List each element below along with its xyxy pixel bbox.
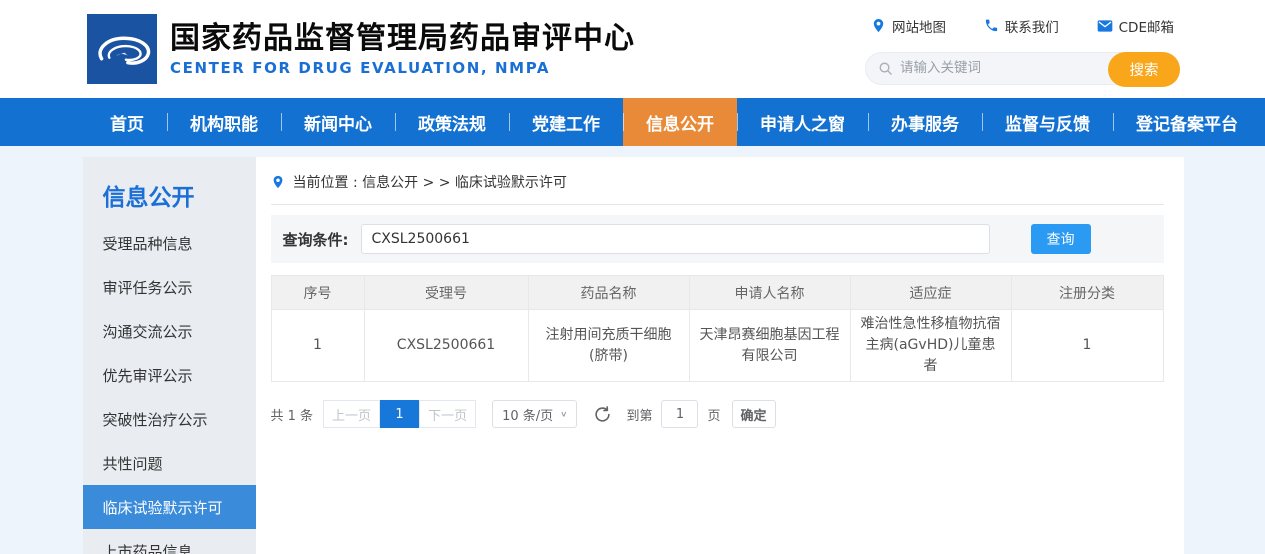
sidebar-item-clinical-trial-implied-license[interactable]: 临床试验默示许可 <box>83 485 256 529</box>
nav-item-supervision[interactable]: 监督与反馈 <box>982 98 1113 146</box>
site-subtitle: CENTER FOR DRUG EVALUATION, NMPA <box>170 59 635 77</box>
nav-item-party[interactable]: 党建工作 <box>509 98 623 146</box>
goto-page-label: 到第 <box>626 405 652 424</box>
query-button[interactable]: 查询 <box>1031 224 1091 254</box>
nav-item-services[interactable]: 办事服务 <box>868 98 982 146</box>
site-title: 国家药品监督管理局药品审评中心 <box>170 22 635 55</box>
cell-applicant: 天津昂赛细胞基因工程有限公司 <box>689 310 850 382</box>
sidebar-item-review-tasks[interactable]: 审评任务公示 <box>83 265 256 309</box>
header-right: 网站地图 联系我们 CDE邮箱 搜索 <box>865 14 1180 85</box>
site-search-button[interactable]: 搜索 <box>1108 52 1180 87</box>
col-header-acceptance-no: 受理号 <box>364 276 528 310</box>
site-search-bar: 搜索 <box>865 52 1180 85</box>
search-icon <box>878 61 893 76</box>
cde-mail-link[interactable]: CDE邮箱 <box>1097 16 1174 36</box>
goto-page-suffix: 页 <box>707 405 720 424</box>
cell-drug-name: 注射用间充质干细胞(脐带) <box>528 310 689 382</box>
page-size-value: 10 条/页 <box>502 405 553 424</box>
pagination-total: 共 1 条 <box>271 405 314 424</box>
chevron-down-icon: ∨ <box>560 410 567 419</box>
content-wrapper: 信息公开 受理品种信息 审评任务公示 沟通交流公示 优先审评公示 突破性治疗公示… <box>83 157 1183 554</box>
pager-group: 上一页 1 下一页 <box>323 400 476 428</box>
contact-label: 联系我们 <box>1005 16 1059 36</box>
nav-item-registration-platform[interactable]: 登记备案平台 <box>1113 98 1261 146</box>
brand-text: 国家药品监督管理局药品审评中心 CENTER FOR DRUG EVALUATI… <box>170 22 635 77</box>
phone-icon <box>984 18 999 33</box>
goto-page-input[interactable] <box>661 400 698 428</box>
sidebar: 信息公开 受理品种信息 审评任务公示 沟通交流公示 优先审评公示 突破性治疗公示… <box>83 157 256 554</box>
sidebar-item-accepted-products[interactable]: 受理品种信息 <box>83 221 256 265</box>
col-header-applicant: 申请人名称 <box>689 276 850 310</box>
nav-item-info-disclosure[interactable]: 信息公开 <box>623 98 737 146</box>
quick-links: 网站地图 联系我们 CDE邮箱 <box>865 16 1180 36</box>
nav-item-home[interactable]: 首页 <box>87 98 167 146</box>
cell-acceptance-no: CXSL2500661 <box>364 310 528 382</box>
cde-logo <box>87 14 157 84</box>
sitemap-label: 网站地图 <box>892 16 946 36</box>
table-row: 1 CXSL2500661 注射用间充质干细胞(脐带) 天津昂赛细胞基因工程有限… <box>271 310 1163 382</box>
breadcrumb: 当前位置 : 信息公开 > > 临床试验默示许可 <box>271 157 1164 205</box>
sidebar-item-common-issues[interactable]: 共性问题 <box>83 441 256 485</box>
site-search-input[interactable] <box>900 60 1105 76</box>
sidebar-item-communication[interactable]: 沟通交流公示 <box>83 309 256 353</box>
confirm-button[interactable]: 确定 <box>732 400 776 428</box>
main-nav: 首页 机构职能 新闻中心 政策法规 党建工作 信息公开 申请人之窗 办事服务 监… <box>0 98 1265 146</box>
page-number-1[interactable]: 1 <box>380 400 419 428</box>
results-table: 序号 受理号 药品名称 申请人名称 适应症 注册分类 1 CXSL2500661… <box>271 275 1164 382</box>
cde-logo-icon <box>87 14 157 84</box>
query-bar: 查询条件: 查询 <box>271 215 1164 263</box>
pagination: 共 1 条 上一页 1 下一页 10 条/页 ∨ 到第 <box>271 400 1164 428</box>
map-pin-icon <box>871 18 886 33</box>
cell-seq: 1 <box>271 310 364 382</box>
refresh-icon <box>594 406 611 423</box>
page-size-select[interactable]: 10 条/页 ∨ <box>492 400 577 428</box>
col-header-registration-class: 注册分类 <box>1011 276 1163 310</box>
cell-indication: 难治性急性移植物抗宿主病(aGvHD)儿童患者 <box>850 310 1011 382</box>
sidebar-item-marketed-drugs[interactable]: 上市药品信息 <box>83 529 256 554</box>
sitemap-link[interactable]: 网站地图 <box>871 16 946 36</box>
mail-icon <box>1097 19 1113 33</box>
sidebar-title: 信息公开 <box>83 157 256 221</box>
sidebar-item-breakthrough-therapy[interactable]: 突破性治疗公示 <box>83 397 256 441</box>
nav-item-functions[interactable]: 机构职能 <box>167 98 281 146</box>
sidebar-item-priority-review[interactable]: 优先审评公示 <box>83 353 256 397</box>
nav-item-applicant-window[interactable]: 申请人之窗 <box>737 98 868 146</box>
table-header-row: 序号 受理号 药品名称 申请人名称 适应症 注册分类 <box>271 276 1163 310</box>
refresh-button[interactable] <box>594 406 611 423</box>
nav-item-policies[interactable]: 政策法规 <box>395 98 509 146</box>
location-pin-icon <box>271 175 285 189</box>
page-background: 信息公开 受理品种信息 审评任务公示 沟通交流公示 优先审评公示 突破性治疗公示… <box>0 146 1265 554</box>
query-label: 查询条件: <box>283 229 349 250</box>
brand: 国家药品监督管理局药品审评中心 CENTER FOR DRUG EVALUATI… <box>87 14 635 84</box>
col-header-indication: 适应症 <box>850 276 1011 310</box>
prev-page-button[interactable]: 上一页 <box>323 400 380 428</box>
breadcrumb-text: 当前位置 : 信息公开 > > 临床试验默示许可 <box>293 172 567 192</box>
site-header: 国家药品监督管理局药品审评中心 CENTER FOR DRUG EVALUATI… <box>0 0 1265 98</box>
contact-link[interactable]: 联系我们 <box>984 16 1059 36</box>
nav-item-news[interactable]: 新闻中心 <box>281 98 395 146</box>
query-input[interactable] <box>361 224 990 254</box>
cell-registration-class: 1 <box>1011 310 1163 382</box>
col-header-drug-name: 药品名称 <box>528 276 689 310</box>
main-content: 当前位置 : 信息公开 > > 临床试验默示许可 查询条件: 查询 序号 受理号… <box>256 157 1184 554</box>
next-page-button[interactable]: 下一页 <box>419 400 476 428</box>
cde-mail-label: CDE邮箱 <box>1119 16 1174 36</box>
col-header-seq: 序号 <box>271 276 364 310</box>
